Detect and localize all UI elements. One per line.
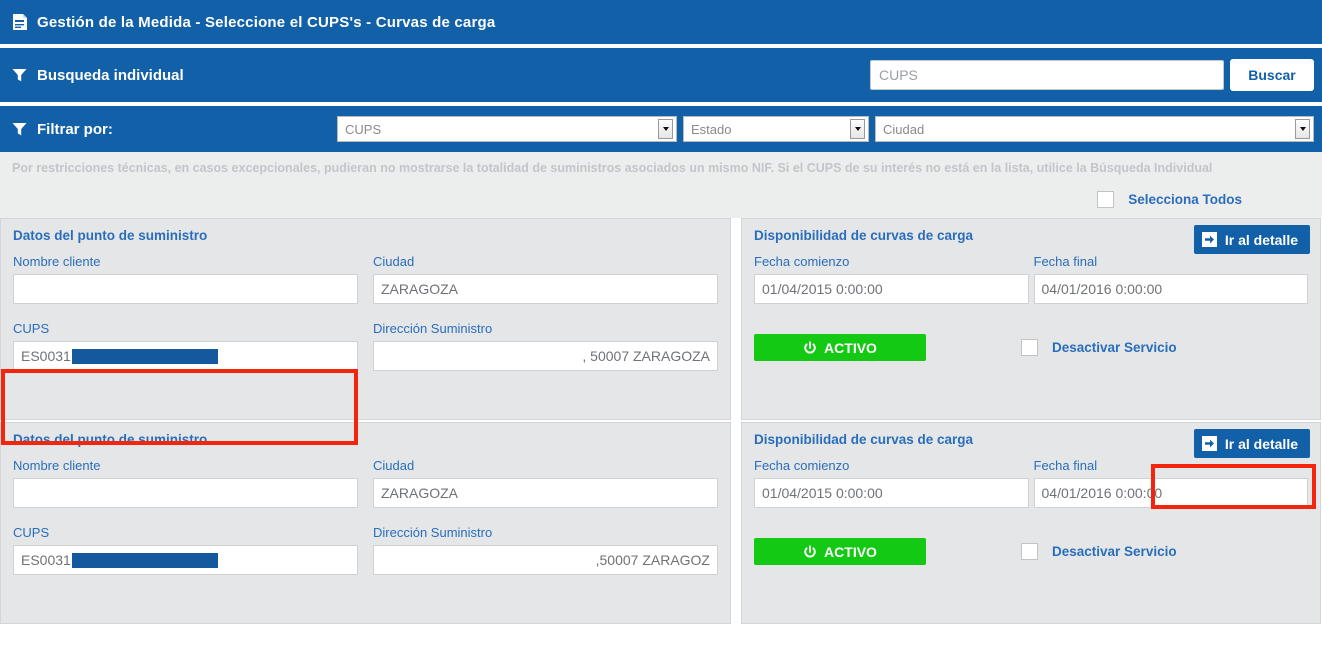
fecha-final-label: Fecha final — [1033, 458, 1098, 473]
field-ciudad: Ciudad ZARAGOZA — [373, 458, 718, 508]
activo-status-label: ACTIVO — [824, 543, 877, 560]
supply-point-panel: Datos del punto de suministro Nombre cli… — [0, 218, 731, 420]
ciudad-label: Ciudad — [373, 254, 415, 269]
notice-text: Por restricciones técnicas, en casos exc… — [12, 161, 1213, 175]
cups-label: CUPS — [13, 525, 50, 540]
supply-point-card: Datos del punto de suministro Nombre cli… — [0, 218, 1322, 420]
filter-select-ciudad-value: Ciudad — [883, 121, 925, 137]
individual-search-bar: Busqueda individual Buscar — [0, 48, 1322, 102]
nombre-cliente-input[interactable] — [13, 274, 358, 304]
power-icon — [803, 340, 817, 355]
fecha-comienzo-input[interactable]: 01/04/2015 0:00:00 — [754, 274, 1029, 304]
nombre-cliente-label: Nombre cliente — [13, 254, 101, 269]
field-nombre-cliente: Nombre cliente — [13, 458, 358, 508]
select-all-row: Selecciona Todos — [0, 180, 1322, 218]
individual-search-label: Busqueda individual — [37, 66, 184, 84]
nombre-cliente-input[interactable] — [13, 478, 358, 508]
filter-select-estado-value: Estado — [691, 121, 732, 137]
filter-icon — [12, 68, 27, 83]
power-icon — [803, 544, 817, 559]
buscar-button[interactable]: Buscar — [1230, 59, 1314, 91]
cups-input[interactable]: ES0031 — [13, 545, 358, 575]
filter-select-cups[interactable]: CUPS — [337, 116, 677, 142]
fecha-comienzo-label: Fecha comienzo — [754, 254, 850, 269]
app-title-bar: Gestión de la Medida - Seleccione el CUP… — [0, 0, 1322, 44]
fecha-final-label: Fecha final — [1033, 254, 1098, 269]
cups-redaction-bar — [71, 348, 218, 364]
field-ciudad: Ciudad ZARAGOZA — [373, 254, 718, 304]
supply-point-header: Datos del punto de suministro — [13, 228, 208, 243]
chevron-down-icon — [850, 119, 865, 139]
cups-label: CUPS — [13, 321, 50, 336]
select-all-label: Selecciona Todos — [1128, 191, 1242, 207]
service-status-row: ACTIVO Desactivar Servicio — [754, 334, 1308, 361]
field-direccion: Dirección Suministro , 50007 ZARAGOZA — [373, 321, 718, 371]
field-fecha-comienzo: Fecha comienzo 01/04/2015 0:00:00 — [754, 254, 1029, 304]
ir-al-detalle-label: Ir al detalle — [1224, 435, 1298, 452]
cups-value-prefix: ES0031 — [21, 348, 71, 364]
field-fecha-final: Fecha final 04/01/2016 0:00:00 — [1033, 254, 1308, 304]
desactivar-servicio-label: Desactivar Servicio — [1052, 544, 1177, 559]
ir-al-detalle-button[interactable]: Ir al detalle — [1193, 225, 1310, 254]
desactivar-servicio-group: Desactivar Servicio — [1021, 339, 1177, 356]
field-cups: CUPS ES0031 — [13, 321, 358, 371]
desactivar-servicio-checkbox[interactable] — [1021, 339, 1038, 356]
direccion-label: Dirección Suministro — [373, 525, 493, 540]
direccion-input[interactable]: , 50007 ZARAGOZA — [373, 341, 718, 371]
field-nombre-cliente: Nombre cliente — [13, 254, 358, 304]
field-cups: CUPS ES0031 — [13, 525, 358, 575]
fecha-final-input[interactable]: 04/01/2016 0:00:00 — [1033, 478, 1308, 508]
filter-select-ciudad[interactable]: Ciudad — [875, 116, 1314, 142]
filter-select-estado[interactable]: Estado — [683, 116, 869, 142]
arrow-right-icon — [1201, 436, 1217, 451]
ir-al-detalle-button[interactable]: Ir al detalle — [1193, 429, 1310, 458]
supply-point-card: Datos del punto de suministro Nombre cli… — [0, 422, 1322, 624]
page-title: Gestión de la Medida - Seleccione el CUP… — [37, 13, 496, 31]
filter-bar: Filtrar por: CUPS Estado Ciudad — [0, 106, 1322, 152]
desactivar-servicio-checkbox[interactable] — [1021, 543, 1038, 560]
fecha-comienzo-input[interactable]: 01/04/2015 0:00:00 — [754, 478, 1029, 508]
field-fecha-final: Fecha final 04/01/2016 0:00:00 — [1033, 458, 1308, 508]
direccion-label: Dirección Suministro — [373, 321, 493, 336]
fecha-final-input[interactable]: 04/01/2016 0:00:00 — [1033, 274, 1308, 304]
filter-select-cups-value: CUPS — [345, 121, 382, 137]
cups-input[interactable]: ES0031 — [13, 341, 358, 371]
field-direccion: Dirección Suministro ,50007 ZARAGOZ — [373, 525, 718, 575]
filter-icon — [12, 122, 27, 137]
cups-redaction-bar — [71, 552, 218, 568]
availability-panel: Disponibilidad de curvas de carga Ir al … — [741, 422, 1321, 624]
filter-by-label: Filtrar por: — [37, 120, 113, 138]
activo-status-label: ACTIVO — [824, 339, 877, 356]
notice-section: Por restricciones técnicas, en casos exc… — [0, 152, 1322, 180]
arrow-right-icon — [1201, 232, 1217, 247]
fecha-comienzo-label: Fecha comienzo — [754, 458, 850, 473]
cups-value-prefix: ES0031 — [21, 552, 71, 568]
ciudad-label: Ciudad — [373, 458, 415, 473]
availability-panel: Disponibilidad de curvas de carga Ir al … — [741, 218, 1321, 420]
ciudad-input[interactable]: ZARAGOZA — [373, 274, 718, 304]
activo-status-button[interactable]: ACTIVO — [754, 334, 926, 361]
document-icon — [12, 13, 28, 31]
supply-point-panel: Datos del punto de suministro Nombre cli… — [0, 422, 731, 624]
ciudad-input[interactable]: ZARAGOZA — [373, 478, 718, 508]
nombre-cliente-label: Nombre cliente — [13, 458, 101, 473]
field-fecha-comienzo: Fecha comienzo 01/04/2015 0:00:00 — [754, 458, 1029, 508]
desactivar-servicio-label: Desactivar Servicio — [1052, 340, 1177, 355]
chevron-down-icon — [1295, 119, 1310, 139]
direccion-input[interactable]: ,50007 ZARAGOZ — [373, 545, 718, 575]
search-input[interactable] — [870, 60, 1224, 90]
ir-al-detalle-label: Ir al detalle — [1224, 231, 1298, 248]
activo-status-button[interactable]: ACTIVO — [754, 538, 926, 565]
service-status-row: ACTIVO Desactivar Servicio — [754, 538, 1308, 565]
select-all-checkbox[interactable] — [1097, 190, 1115, 208]
desactivar-servicio-group: Desactivar Servicio — [1021, 543, 1177, 560]
chevron-down-icon — [658, 119, 673, 139]
supply-point-header: Datos del punto de suministro — [13, 432, 208, 447]
